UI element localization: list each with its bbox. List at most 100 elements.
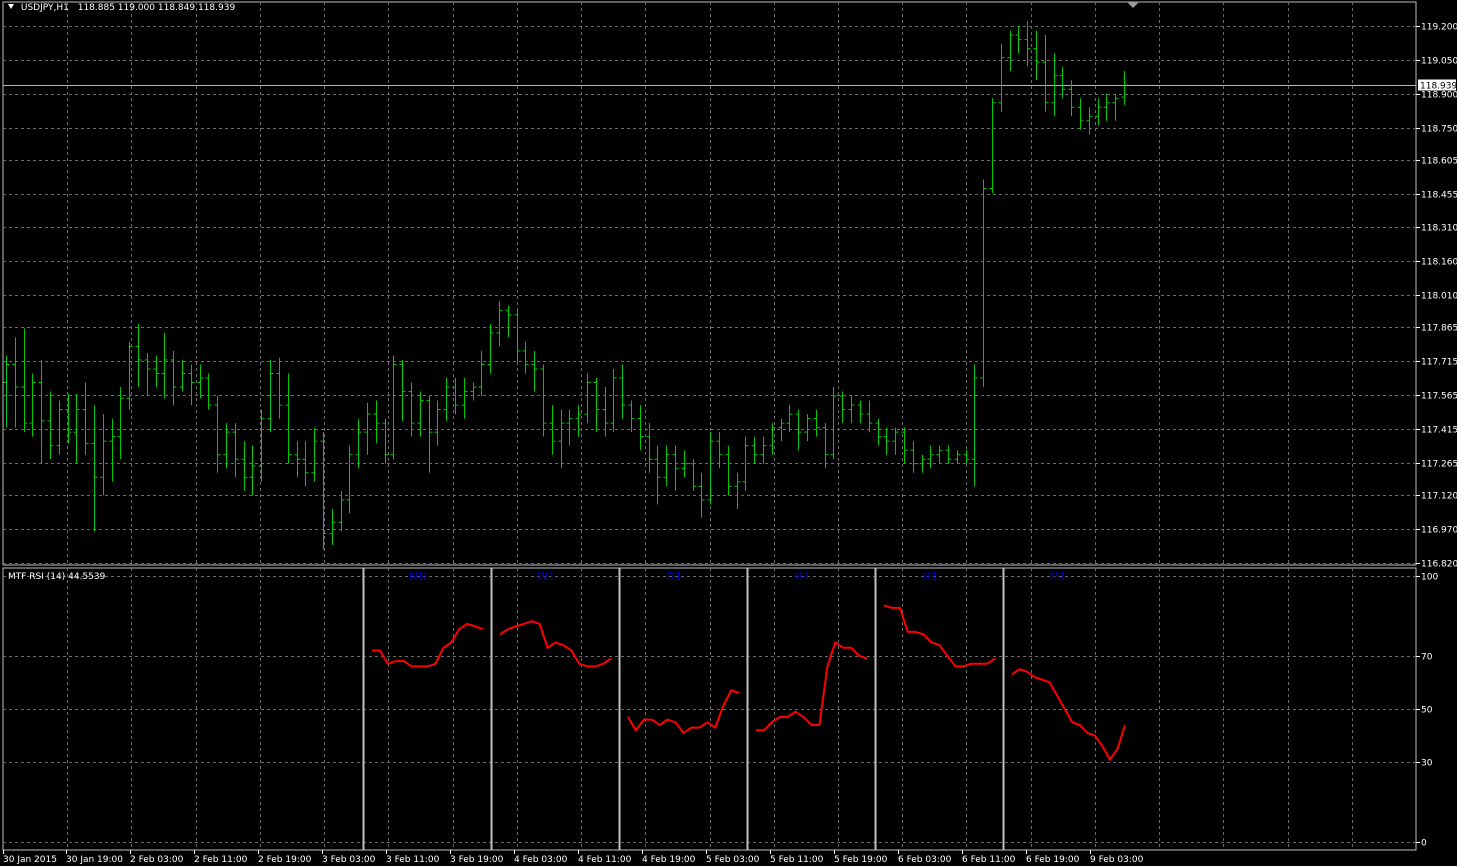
indicator-label: MTF RSI (14) 44.5539 xyxy=(8,572,106,582)
ohlc-bar xyxy=(249,445,256,496)
ohlc-bar xyxy=(434,400,441,446)
ohlc-bar xyxy=(214,396,221,473)
ohlc-bar xyxy=(82,382,89,455)
ohlc-bar xyxy=(1007,30,1014,72)
ohlc-bar xyxy=(179,359,186,392)
dropdown-triangle-icon[interactable] xyxy=(8,4,14,9)
rsi-series-line xyxy=(499,620,612,668)
ohlc-bar xyxy=(73,393,80,464)
ohlc-bar xyxy=(813,409,820,437)
ohlc-bar xyxy=(267,359,274,433)
ohlc-bar xyxy=(3,355,10,428)
ohlc-bar xyxy=(205,373,212,410)
ohlc-bar xyxy=(355,418,362,469)
ohlc-bar xyxy=(426,396,433,473)
ohlc-bar xyxy=(646,423,653,473)
ohlc-bar xyxy=(989,98,996,193)
ohlc-bar xyxy=(610,368,617,433)
ohlc-bar xyxy=(478,350,485,397)
price-tick-label: 118.750 xyxy=(1421,125,1457,135)
price-tick-label: 118.310 xyxy=(1421,224,1457,234)
price-tick-label: 117.715 xyxy=(1421,358,1457,368)
ohlc-bar xyxy=(373,400,380,444)
ohlc-bar xyxy=(866,400,873,433)
price-tick-label: 117.265 xyxy=(1421,460,1457,470)
ohlc-bar xyxy=(65,393,72,444)
price-tick-label: 117.415 xyxy=(1421,426,1457,436)
rsi-tick-label: 0 xyxy=(1421,839,1427,849)
ohlc-bar xyxy=(197,364,204,399)
time-tick-label: 2 Feb 11:00 xyxy=(194,855,248,865)
ohlc-bar xyxy=(390,355,397,460)
ohlc-bar xyxy=(848,396,855,424)
time-tick-label: 6 Feb 19:00 xyxy=(1026,855,1080,865)
ohlc-bar xyxy=(716,432,723,469)
ohlc-bar xyxy=(56,400,63,455)
price-tick-label: 118.010 xyxy=(1421,292,1457,302)
time-tick-label: 6 Feb 11:00 xyxy=(962,855,1016,865)
ohlc-bar xyxy=(1024,21,1031,67)
ohlc-bar xyxy=(285,373,292,464)
ohlc-bar xyxy=(1121,71,1128,106)
ohlc-bar xyxy=(760,436,767,464)
rsi-tick-label: 30 xyxy=(1421,759,1433,769)
time-tick-label: 9 Feb 03:00 xyxy=(1090,855,1144,865)
ohlc-bar xyxy=(505,305,512,338)
ohlc-bar xyxy=(663,445,670,487)
timeframe-label: MN xyxy=(409,570,427,583)
ohlc-bar xyxy=(619,364,626,419)
ohlc-bar xyxy=(346,445,353,514)
ohlc-bar xyxy=(954,450,961,464)
ohlc-bar xyxy=(751,436,758,464)
ohlc-bar xyxy=(109,418,116,482)
ohlc-bar xyxy=(276,357,283,419)
ohlc-bar xyxy=(927,445,934,469)
timeframe-label: H4 xyxy=(794,570,809,583)
scroll-marker-icon xyxy=(1127,2,1139,8)
ohlc-bar xyxy=(1051,53,1058,117)
ohlc-bar xyxy=(1095,98,1102,126)
ohlc-bar xyxy=(170,350,177,406)
ohlc-bar xyxy=(1112,93,1119,121)
ohlc-bar xyxy=(21,328,28,433)
ohlc-bar xyxy=(637,405,644,451)
ohlc-bar xyxy=(566,409,573,446)
ohlc-bar xyxy=(1015,26,1022,54)
time-tick-label: 30 Jan 2015 xyxy=(3,855,57,865)
price-tick-label: 119.050 xyxy=(1421,57,1457,67)
ohlc-bar xyxy=(232,423,239,478)
ohlc-bar xyxy=(875,418,882,446)
ohlc-bar xyxy=(672,445,679,491)
ohlc-bar xyxy=(522,341,529,374)
time-tick-label: 6 Feb 03:00 xyxy=(898,855,952,865)
ohlc-bar xyxy=(443,378,450,421)
ohlc-bar xyxy=(399,359,406,421)
ohlc-bar xyxy=(531,350,538,392)
ohlc-bar xyxy=(161,332,168,399)
ohlc-bar xyxy=(514,310,521,365)
ohlc-bar xyxy=(998,44,1005,112)
time-tick-label: 2 Feb 03:00 xyxy=(130,855,184,865)
ohlc-bar xyxy=(540,364,547,437)
rsi-tick-label: 50 xyxy=(1421,706,1433,716)
ohlc-bar xyxy=(364,402,371,455)
time-tick-label: 5 Feb 11:00 xyxy=(770,855,824,865)
current-price-label: 118.939 xyxy=(1420,82,1457,92)
ohlc-bar xyxy=(135,323,142,388)
time-tick-label: 5 Feb 03:00 xyxy=(706,855,760,865)
price-tick-label: 119.200 xyxy=(1421,23,1457,33)
ohlc-bar xyxy=(769,423,776,455)
ohlc-bar xyxy=(452,378,459,415)
rsi-series-line xyxy=(756,640,868,732)
ohlc-bar xyxy=(38,359,45,464)
ohlc-values: 118.885 119.000 118.849 118.939 xyxy=(77,3,236,13)
timeframe-label: M1 xyxy=(1050,570,1067,583)
ohlc-bar xyxy=(910,441,917,473)
ohlc-bar xyxy=(892,427,899,455)
ohlc-bar xyxy=(12,337,19,428)
ohlc-bar xyxy=(919,454,926,473)
ohlc-bar xyxy=(945,445,952,464)
ohlc-bar xyxy=(338,490,345,532)
time-tick-label: 3 Feb 03:00 xyxy=(322,855,376,865)
time-tick-label: 3 Feb 11:00 xyxy=(386,855,440,865)
